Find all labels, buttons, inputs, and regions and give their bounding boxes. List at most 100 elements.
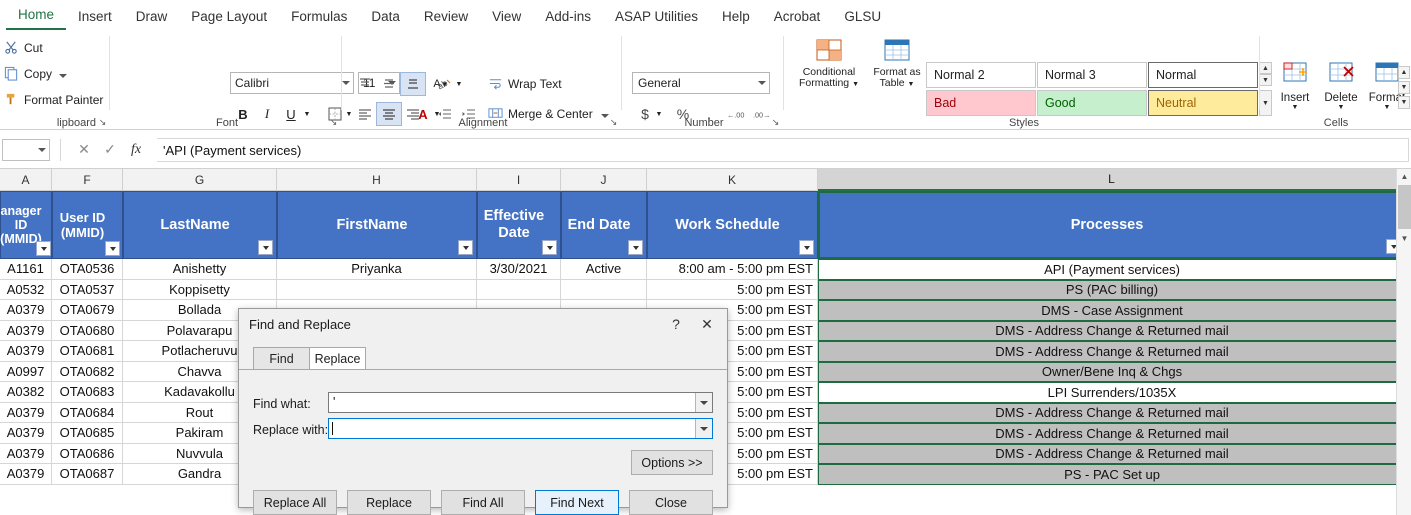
table-cell-a[interactable]: A0379 bbox=[0, 341, 52, 362]
formula-input[interactable]: 'API (Payment services) bbox=[157, 137, 1409, 162]
ribbon-tab-page-layout[interactable]: Page Layout bbox=[179, 5, 279, 30]
cut-button[interactable]: Cut bbox=[4, 40, 43, 55]
column-header-a[interactable]: A bbox=[0, 169, 52, 191]
ribbon-tab-formulas[interactable]: Formulas bbox=[279, 5, 359, 30]
table-cell-l[interactable]: DMS - Address Change & Returned mail bbox=[818, 402, 1406, 423]
style-cell-normal[interactable]: Normal bbox=[1148, 62, 1258, 88]
filter-dropdown-end-date[interactable] bbox=[628, 240, 643, 255]
scroll-up-button[interactable]: ▲ bbox=[1397, 169, 1411, 184]
ribbon-tab-data[interactable]: Data bbox=[359, 5, 412, 30]
column-header-g[interactable]: G bbox=[123, 169, 277, 191]
enter-formula-button[interactable]: ✓ bbox=[97, 141, 123, 158]
table-cell-j[interactable]: Active bbox=[561, 259, 647, 280]
insert-cells-button[interactable]: Insert ▼ bbox=[1272, 60, 1318, 111]
table-cell-l[interactable]: DMS - Case Assignment bbox=[818, 300, 1406, 321]
table-cell-a[interactable]: A0379 bbox=[0, 443, 52, 464]
table-cell-a[interactable]: A0997 bbox=[0, 361, 52, 382]
table-cell-l[interactable]: Owner/Bene Inq & Chgs bbox=[818, 361, 1406, 382]
table-cell-l[interactable]: API (Payment services) bbox=[818, 259, 1406, 280]
table-cell-f[interactable]: OTA0686 bbox=[52, 443, 123, 464]
find-what-input[interactable]: ' bbox=[328, 392, 713, 413]
style-cell-good[interactable]: Good bbox=[1037, 90, 1147, 116]
table-cell-f[interactable]: OTA0536 bbox=[52, 259, 123, 280]
tab-replace[interactable]: Replace bbox=[309, 347, 366, 370]
orientation-chevron-down-icon[interactable]: ▼ bbox=[454, 74, 464, 94]
table-cell-f[interactable]: OTA0681 bbox=[52, 341, 123, 362]
delete-cells-button[interactable]: Delete ▼ bbox=[1318, 60, 1364, 111]
table-cell-l[interactable]: LPI Surrenders/1035X bbox=[818, 382, 1406, 403]
find-what-chevron-down-icon[interactable] bbox=[695, 393, 712, 412]
number-format-chevron-down-icon[interactable] bbox=[758, 81, 766, 85]
table-cell-a[interactable]: A1161 bbox=[0, 259, 52, 280]
options-button[interactable]: Options >> bbox=[631, 450, 713, 475]
replace-with-input[interactable] bbox=[328, 418, 713, 439]
table-cell-l[interactable]: DMS - Address Change & Returned mail bbox=[818, 443, 1406, 464]
conditional-formatting-button[interactable]: Conditional Formatting ▼ bbox=[796, 38, 862, 90]
ribbon-scroll-more[interactable]: ▼ bbox=[1398, 96, 1410, 109]
ribbon-tab-insert[interactable]: Insert bbox=[66, 5, 124, 30]
replace-button[interactable]: Replace bbox=[347, 490, 431, 515]
table-cell-f[interactable]: OTA0684 bbox=[52, 402, 123, 423]
table-cell-a[interactable]: A0379 bbox=[0, 300, 52, 321]
table-cell-f[interactable]: OTA0682 bbox=[52, 361, 123, 382]
table-cell-l[interactable]: PS - PAC Set up bbox=[818, 464, 1406, 485]
name-box-chevron-down-icon[interactable] bbox=[38, 147, 46, 152]
table-cell-a[interactable]: A0382 bbox=[0, 382, 52, 403]
table-cell-a[interactable]: A0379 bbox=[0, 423, 52, 444]
ribbon-scroll-up[interactable]: ▲ bbox=[1398, 66, 1410, 79]
filter-dropdown-firstname[interactable] bbox=[458, 240, 473, 255]
font-name-combo[interactable]: Calibri bbox=[230, 72, 354, 94]
table-cell-i[interactable]: 3/30/2021 bbox=[477, 259, 561, 280]
close-button[interactable]: Close bbox=[629, 490, 713, 515]
name-box[interactable] bbox=[2, 138, 50, 161]
wrap-text-button[interactable]: Wrap Text bbox=[488, 76, 562, 91]
table-cell-l[interactable]: PS (PAC billing) bbox=[818, 279, 1406, 300]
ribbon-tab-addins[interactable]: Add-ins bbox=[533, 5, 603, 30]
table-cell-l[interactable]: DMS - Address Change & Returned mail bbox=[818, 341, 1406, 362]
insert-chevron-down-icon[interactable]: ▼ bbox=[1272, 104, 1318, 111]
vertical-scrollbar[interactable]: ▲ ▼ bbox=[1396, 169, 1411, 515]
table-row[interactable]: A1161 OTA0536 Anishetty Priyanka 3/30/2021 Ac… bbox=[0, 259, 1406, 280]
replace-all-button[interactable]: Replace All bbox=[253, 490, 337, 515]
format-as-table-chevron-down-icon[interactable]: ▼ bbox=[908, 81, 915, 88]
filter-dropdown-manager-id[interactable] bbox=[36, 241, 51, 256]
filter-dropdown-lastname[interactable] bbox=[258, 240, 273, 255]
table-cell-h[interactable] bbox=[277, 279, 477, 300]
ribbon-tab-draw[interactable]: Draw bbox=[124, 5, 180, 30]
table-cell-a[interactable]: A0379 bbox=[0, 464, 52, 485]
format-painter-button[interactable]: Format Painter bbox=[4, 92, 103, 107]
table-cell-h[interactable]: Priyanka bbox=[277, 259, 477, 280]
ribbon-tab-help[interactable]: Help bbox=[710, 5, 762, 30]
find-all-button[interactable]: Find All bbox=[441, 490, 525, 515]
clipboard-dialog-launcher[interactable]: ↘ bbox=[97, 117, 108, 128]
number-format-combo[interactable]: General bbox=[632, 72, 770, 94]
style-cell-normal-2[interactable]: Normal 2 bbox=[926, 62, 1036, 88]
column-header-k[interactable]: K bbox=[647, 169, 818, 191]
number-dialog-launcher[interactable]: ↘ bbox=[770, 117, 781, 128]
table-cell-a[interactable]: A0379 bbox=[0, 320, 52, 341]
column-header-f[interactable]: F bbox=[52, 169, 123, 191]
insert-function-button[interactable]: fx bbox=[123, 142, 149, 158]
delete-chevron-down-icon[interactable]: ▼ bbox=[1318, 104, 1364, 111]
table-cell-f[interactable]: OTA0537 bbox=[52, 279, 123, 300]
alignment-dialog-launcher[interactable]: ↘ bbox=[608, 117, 619, 128]
copy-chevron-down-icon[interactable] bbox=[59, 74, 68, 78]
column-header-h[interactable]: H bbox=[277, 169, 477, 191]
table-cell-l[interactable]: DMS - Address Change & Returned mail bbox=[818, 423, 1406, 444]
table-cell-k[interactable]: 5:00 pm EST bbox=[647, 279, 818, 300]
ribbon-scroll-down[interactable]: ▼ bbox=[1398, 81, 1410, 94]
ribbon-tab-asap-utilities[interactable]: ASAP Utilities bbox=[603, 5, 710, 30]
ribbon-scrollbar[interactable]: ▲ ▼ ▼ bbox=[1398, 66, 1410, 126]
align-top-button[interactable] bbox=[352, 72, 378, 96]
replace-with-chevron-down-icon[interactable] bbox=[695, 419, 712, 438]
table-cell-f[interactable]: OTA0685 bbox=[52, 423, 123, 444]
ribbon-tab-review[interactable]: Review bbox=[412, 5, 480, 30]
style-cell-normal-3[interactable]: Normal 3 bbox=[1037, 62, 1147, 88]
align-bottom-button[interactable] bbox=[400, 72, 426, 96]
table-cell-f[interactable]: OTA0687 bbox=[52, 464, 123, 485]
table-cell-f[interactable]: OTA0680 bbox=[52, 320, 123, 341]
close-icon[interactable]: ✕ bbox=[691, 313, 723, 335]
table-cell-a[interactable]: A0532 bbox=[0, 279, 52, 300]
cancel-formula-button[interactable]: ✕ bbox=[71, 141, 97, 158]
filter-dropdown-effective-date[interactable] bbox=[542, 240, 557, 255]
